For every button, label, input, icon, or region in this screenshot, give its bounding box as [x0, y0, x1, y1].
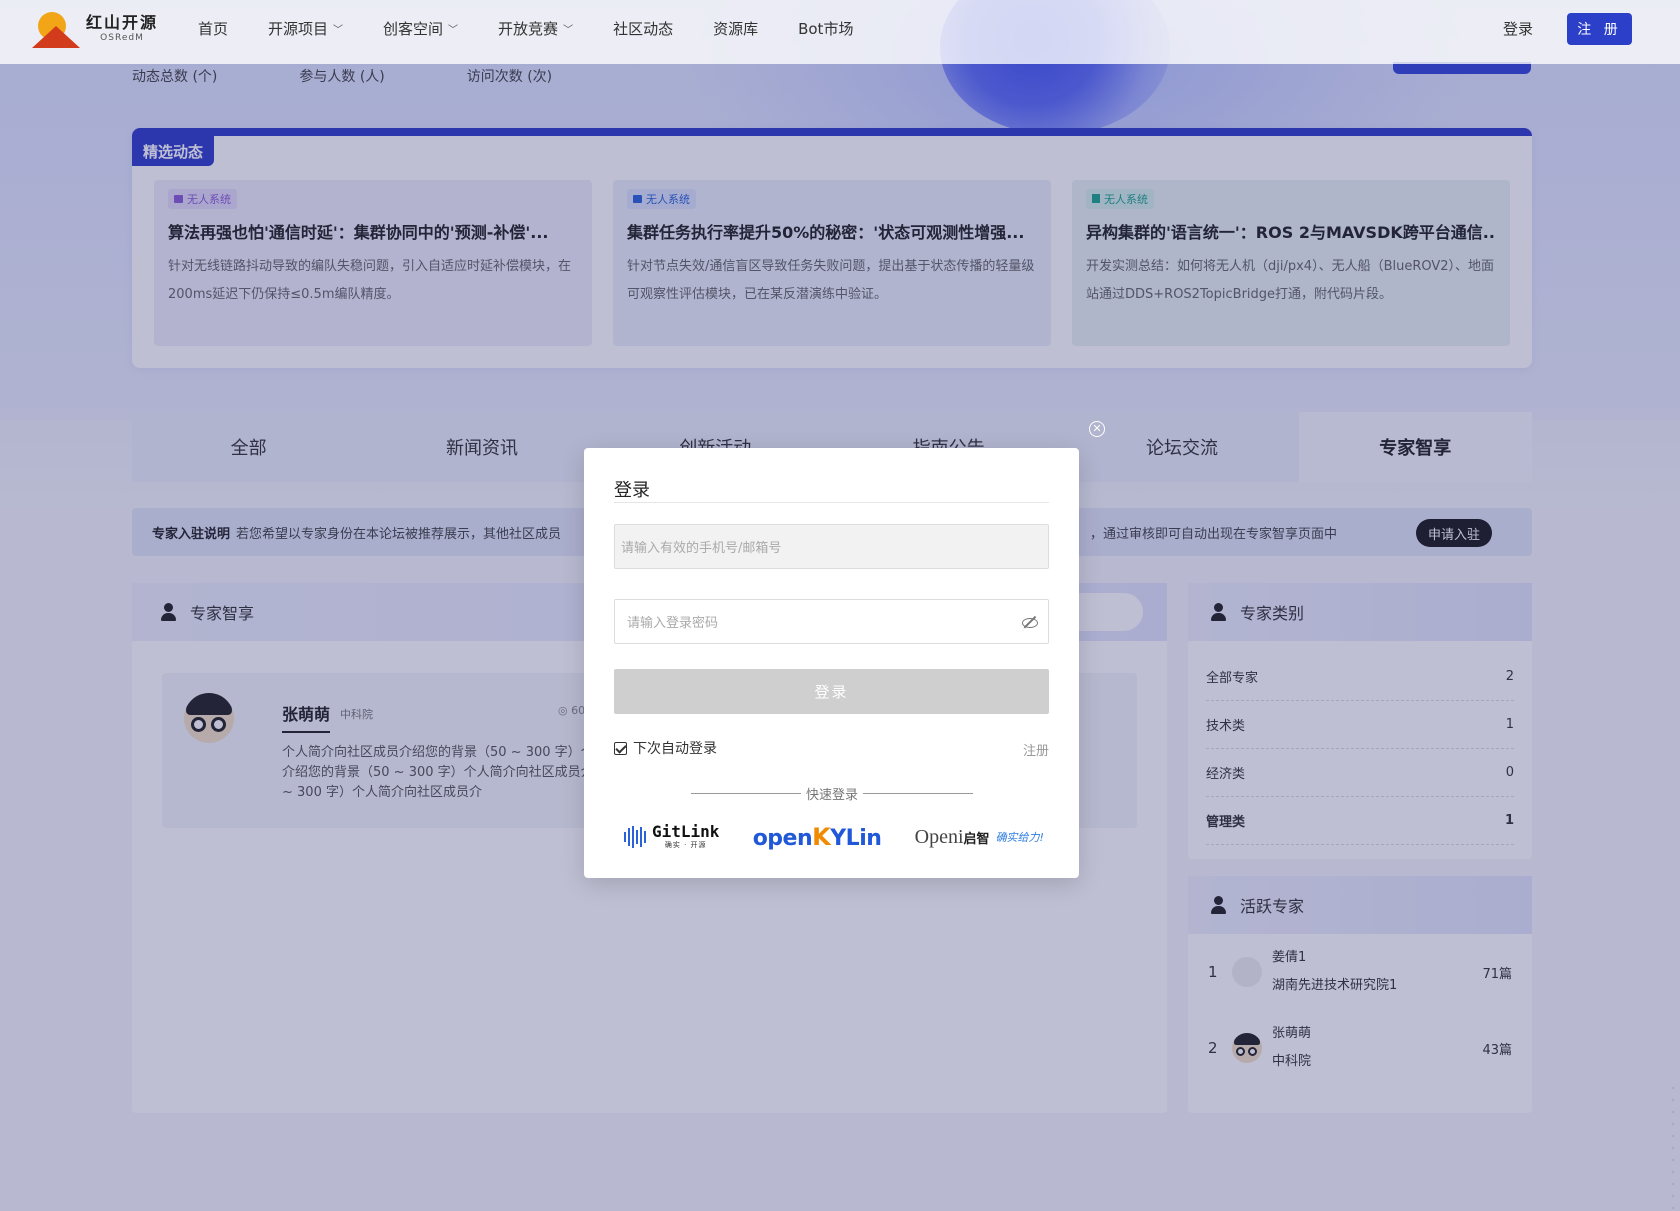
nav-menu: 首页 开源项目 ﹀ 创客空间 ﹀ 开放竞赛 ﹀ 社区动态 资源库 Bot市场	[198, 0, 893, 56]
account-input[interactable]: 请输入有效的手机号/邮箱号	[614, 524, 1049, 569]
nav-label: 开放竞赛	[498, 19, 559, 38]
logo-subtitle: OSRedM	[100, 33, 144, 43]
nav-community[interactable]: 社区动态	[613, 18, 673, 39]
remember-checkbox[interactable]	[614, 741, 627, 755]
logo-icon	[32, 10, 80, 48]
logo[interactable]: 红山开源 OSRedM	[32, 10, 158, 48]
nav-label: 创客空间	[383, 19, 444, 38]
nav-bot-market[interactable]: Bot市场	[798, 18, 853, 39]
login-link[interactable]: 登录	[1503, 18, 1533, 39]
openkylin-login[interactable]: openKYLin	[753, 823, 882, 851]
eye-off-icon[interactable]	[1022, 614, 1038, 630]
nav-maker-space[interactable]: 创客空间 ﹀	[383, 18, 458, 39]
nav-resources[interactable]: 资源库	[713, 18, 758, 39]
openi-cn-label: 启智	[963, 831, 990, 847]
account-placeholder: 请输入有效的手机号/邮箱号	[621, 541, 782, 556]
login-modal: 登录 请输入有效的手机号/邮箱号 请输入登录密码 登录 下次自动登录 注册 快速…	[584, 448, 1079, 878]
divider	[614, 502, 1049, 503]
remember-label: 下次自动登录	[633, 741, 717, 757]
gitlink-label: GitLink	[652, 822, 720, 841]
openkylin-label-b: YLin	[830, 826, 882, 851]
register-button[interactable]: 注 册	[1567, 13, 1632, 45]
password-placeholder: 请输入登录密码	[627, 616, 719, 631]
nav-projects[interactable]: 开源项目 ﹀	[268, 18, 343, 39]
openi-login[interactable]: Open i 启智 确实给力!	[915, 826, 1044, 849]
quick-login-divider: 快速登录	[691, 784, 974, 803]
gitlink-login[interactable]: GitLink 确实 · 开源	[624, 824, 719, 850]
gitlink-sub: 确实 · 开源	[664, 841, 707, 849]
quick-login-label: 快速登录	[806, 788, 859, 803]
gitlink-logo-icon	[624, 826, 648, 848]
scroll-indicator[interactable]	[1671, 1082, 1675, 1210]
nav-home[interactable]: 首页	[198, 18, 228, 39]
nav-label: 社区动态	[613, 19, 674, 38]
openkylin-label-a: open	[752, 826, 813, 851]
openi-slogan: 确实给力!	[995, 831, 1044, 844]
remember-me[interactable]: 下次自动登录	[614, 738, 717, 758]
chevron-down-icon: ﹀	[333, 24, 344, 36]
nav-label: 开源项目	[268, 19, 329, 38]
logo-title: 红山开源	[86, 13, 159, 32]
close-icon[interactable]: ✕	[1089, 421, 1105, 437]
nav-label: Bot市场	[798, 19, 854, 38]
modal-title: 登录	[614, 480, 650, 501]
nav-competitions[interactable]: 开放竞赛 ﹀	[498, 18, 573, 39]
nav-label: 资源库	[713, 19, 759, 38]
openi-label: Open	[914, 825, 958, 848]
chevron-down-icon: ﹀	[448, 24, 459, 36]
nav-label: 首页	[198, 19, 229, 38]
login-submit-button[interactable]: 登录	[614, 669, 1049, 714]
register-link[interactable]: 注册	[1023, 740, 1049, 759]
chevron-down-icon: ﹀	[563, 24, 574, 36]
openkylin-label-k: K	[812, 823, 831, 851]
top-navbar: 红山开源 OSRedM 首页 开源项目 ﹀ 创客空间 ﹀ 开放竞赛 ﹀ 社区动态 资源…	[0, 0, 1680, 64]
provider-logos: GitLink 确实 · 开源 openKYLin Open i 启智 确实给力!	[624, 820, 1044, 854]
password-input[interactable]: 请输入登录密码	[614, 599, 1049, 644]
